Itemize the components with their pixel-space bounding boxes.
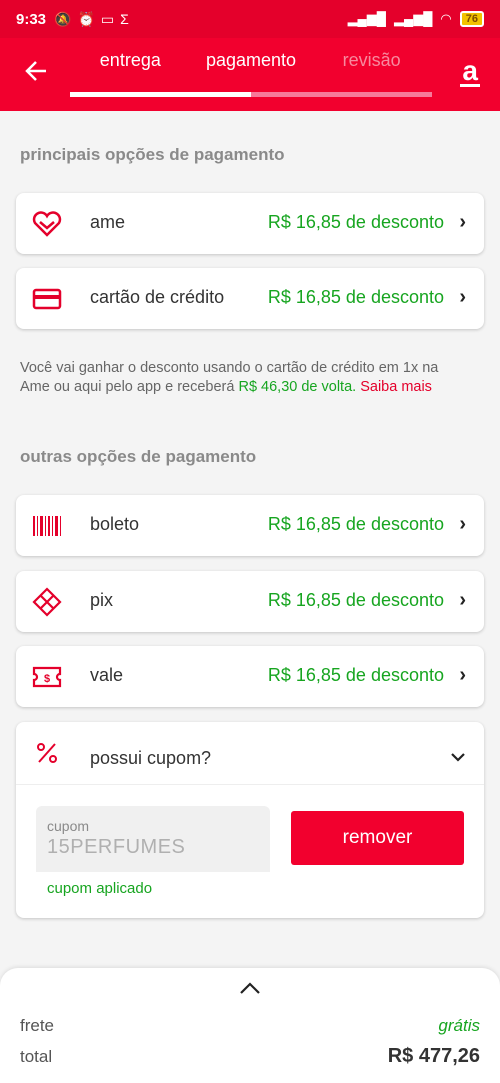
mute-icon: 🔕 bbox=[54, 10, 72, 27]
option-discount: R$ 16,85 de desconto bbox=[267, 287, 444, 307]
coupon-toggle[interactable]: possui cupom? bbox=[16, 722, 484, 785]
step-progress-fill bbox=[70, 92, 251, 97]
svg-text:$: $ bbox=[44, 673, 50, 685]
wifi-icon: ◠ bbox=[440, 11, 452, 26]
option-label: boleto bbox=[90, 514, 140, 534]
chevron-right-icon: › bbox=[459, 513, 466, 535]
percent-icon bbox=[32, 738, 62, 768]
total-label: total bbox=[20, 1047, 53, 1066]
pix-icon bbox=[32, 587, 62, 617]
signal-icon-2: ▂▄▆█ bbox=[393, 11, 433, 26]
tab-pagamento[interactable]: pagamento bbox=[191, 50, 312, 71]
chevron-up-icon[interactable] bbox=[238, 976, 262, 1002]
tab-entrega[interactable]: entrega bbox=[70, 50, 191, 71]
status-bar: 9:33 🔕 ⏰ ▭ Σ ▂▄▆█ ▂▄▆█ ◠ 76 bbox=[0, 0, 500, 38]
shipping-value: grátis bbox=[438, 1016, 480, 1035]
option-discount: R$ 16,85 de desconto bbox=[267, 514, 444, 534]
chevron-down-icon[interactable] bbox=[450, 746, 466, 769]
americanas-logo: a bbox=[460, 55, 480, 87]
other-options-title: outras opções de pagamento bbox=[20, 447, 257, 466]
back-arrow-icon[interactable] bbox=[22, 56, 52, 86]
battery-icon: 76 bbox=[459, 11, 484, 27]
heart-icon bbox=[32, 209, 62, 239]
cashback-amount: R$ 46,30 de volta. bbox=[238, 379, 357, 395]
sigma-icon: Σ bbox=[120, 11, 129, 27]
main-options-title: principais opções de pagamento bbox=[20, 145, 285, 164]
option-label: vale bbox=[90, 665, 124, 685]
payment-option-credit-card[interactable]: cartão de crédito R$ 16,85 de desconto › bbox=[16, 268, 484, 329]
coupon-title: possui cupom? bbox=[90, 748, 212, 768]
payment-option-ame[interactable]: ame R$ 16,85 de desconto › bbox=[16, 193, 484, 254]
order-summary: frete grátis total R$ 477,26 bbox=[0, 968, 500, 1083]
learn-more-link[interactable]: Saiba mais bbox=[360, 379, 432, 395]
credit-card-icon bbox=[32, 284, 62, 314]
shipping-label: frete bbox=[20, 1016, 55, 1035]
status-time: 9:33 bbox=[16, 10, 47, 28]
option-discount: R$ 16,85 de desconto bbox=[267, 212, 444, 232]
option-label: ame bbox=[90, 212, 126, 232]
total-value: R$ 477,26 bbox=[387, 1045, 480, 1067]
coupon-input[interactable] bbox=[47, 836, 247, 859]
payment-option-vale[interactable]: $ vale R$ 16,85 de desconto › bbox=[16, 646, 484, 707]
payment-option-pix[interactable]: pix R$ 16,85 de desconto › bbox=[16, 571, 484, 632]
option-label: pix bbox=[90, 590, 114, 610]
chevron-right-icon: › bbox=[459, 211, 466, 233]
barcode-icon bbox=[32, 511, 62, 541]
alarm-icon: ⏰ bbox=[77, 10, 95, 27]
coupon-field-label: cupom bbox=[47, 818, 90, 834]
option-discount: R$ 16,85 de desconto bbox=[267, 590, 444, 610]
chevron-right-icon: › bbox=[459, 664, 466, 686]
signal-icon: ▂▄▆█ bbox=[347, 11, 386, 26]
step-progress-bar bbox=[70, 92, 432, 97]
chevron-right-icon: › bbox=[459, 286, 466, 308]
coupon-field[interactable]: cupom bbox=[36, 806, 270, 872]
laptop-icon: ▭ bbox=[100, 10, 115, 27]
coupon-card: possui cupom? cupom remover cupom aplica… bbox=[16, 722, 484, 918]
remove-coupon-button[interactable]: remover bbox=[291, 811, 464, 865]
discount-note: Você vai ganhar o desconto usando o cart… bbox=[20, 360, 439, 395]
payment-option-boleto[interactable]: boleto R$ 16,85 de desconto › bbox=[16, 495, 484, 556]
option-discount: R$ 16,85 de desconto bbox=[267, 665, 444, 685]
coupon-status: cupom aplicado bbox=[47, 880, 153, 897]
option-label: cartão de crédito bbox=[90, 287, 225, 307]
checkout-header: entrega pagamento revisão a bbox=[0, 38, 500, 111]
voucher-icon: $ bbox=[32, 662, 62, 692]
tab-revisao: revisão bbox=[342, 50, 401, 70]
checkout-steps: entrega pagamento revisão bbox=[70, 50, 432, 71]
chevron-right-icon: › bbox=[459, 589, 466, 611]
